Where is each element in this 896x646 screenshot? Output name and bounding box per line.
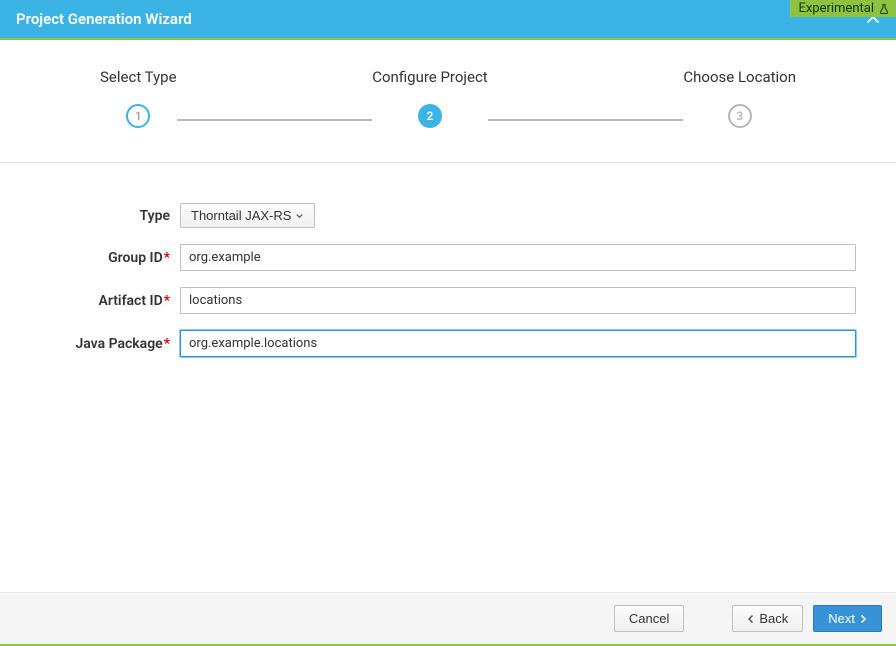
step-label: Configure Project [372, 68, 487, 86]
required-star: * [164, 336, 170, 352]
step-select-type[interactable]: Select Type 1 [100, 68, 177, 128]
form-area: Type Thorntail JAX-RS Group ID* Artifact… [0, 163, 896, 393]
type-label: Type [40, 208, 180, 224]
step-label: Choose Location [683, 68, 796, 86]
dialog-title: Project Generation Wizard [16, 10, 192, 28]
java-package-input[interactable] [180, 330, 856, 357]
step-choose-location[interactable]: Choose Location 3 [683, 68, 796, 128]
experimental-label: Experimental [798, 1, 874, 16]
back-button[interactable]: Back [732, 605, 803, 632]
chevron-left-icon [747, 614, 755, 624]
dialog-header: Project Generation Wizard [0, 0, 896, 40]
form-row-java-package: Java Package* [40, 330, 856, 357]
type-select-value: Thorntail JAX-RS [191, 208, 291, 223]
cancel-button[interactable]: Cancel [614, 605, 684, 632]
group-id-label: Group ID* [40, 250, 180, 266]
chevron-right-icon [859, 614, 867, 624]
step-configure-project[interactable]: Configure Project 2 [372, 68, 487, 128]
stepper: Select Type 1 Configure Project 2 Choose… [0, 40, 896, 163]
java-package-label: Java Package* [40, 336, 180, 352]
group-id-input[interactable] [180, 244, 856, 271]
step-number: 3 [728, 104, 752, 128]
type-select[interactable]: Thorntail JAX-RS [180, 203, 315, 228]
required-star: * [164, 293, 170, 309]
required-star: * [164, 250, 170, 266]
step-number: 2 [418, 104, 442, 128]
artifact-id-input[interactable] [180, 287, 856, 314]
footer-spacer [694, 605, 722, 632]
form-row-group-id: Group ID* [40, 244, 856, 271]
step-label: Select Type [100, 68, 177, 86]
dialog-footer: Cancel Back Next [0, 592, 896, 646]
artifact-id-label: Artifact ID* [40, 293, 180, 309]
next-button[interactable]: Next [813, 605, 882, 632]
form-row-type: Type Thorntail JAX-RS [40, 203, 856, 228]
step-number: 1 [126, 104, 150, 128]
chevron-down-icon [295, 211, 304, 220]
flask-icon [878, 3, 890, 15]
experimental-badge: Experimental [790, 0, 896, 17]
form-row-artifact-id: Artifact ID* [40, 287, 856, 314]
